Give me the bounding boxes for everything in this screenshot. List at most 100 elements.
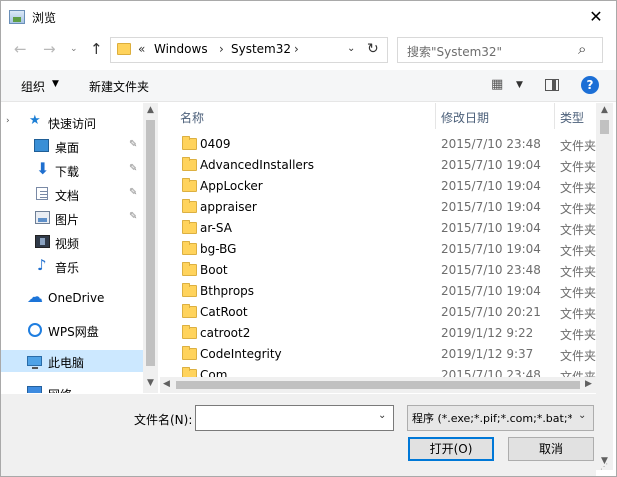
- list-horizontal-scroll-thumb[interactable]: [176, 381, 580, 389]
- file-date: 2015/7/10 19:04: [441, 200, 541, 214]
- table-row[interactable]: appraiser 2015/7/10 19:04 文件夹: [160, 197, 596, 218]
- table-row[interactable]: catroot2 2019/1/12 9:22 文件夹: [160, 323, 596, 344]
- file-name: Boot: [200, 263, 228, 277]
- folder-icon: [182, 283, 197, 297]
- new-folder-button[interactable]: 新建文件夹: [89, 78, 149, 95]
- window-title: 浏览: [32, 11, 57, 25]
- sidebar-item-this-pc[interactable]: 此电脑: [1, 350, 144, 372]
- sidebar-item-pictures[interactable]: 图片 ✎: [1, 207, 144, 229]
- file-type: 文件夹: [560, 286, 596, 300]
- scroll-left-icon[interactable]: ◀: [163, 379, 170, 389]
- table-row[interactable]: Bthprops 2015/7/10 19:04 文件夹: [160, 281, 596, 302]
- file-name: AppLocker: [200, 179, 263, 193]
- sidebar-item-label: WPS网盘: [48, 325, 99, 339]
- scroll-up-icon[interactable]: ▲: [143, 105, 158, 115]
- file-name: CodeIntegrity: [200, 347, 282, 361]
- folder-icon: [182, 220, 197, 234]
- file-type: 文件夹: [560, 181, 596, 195]
- file-date: 2015/7/10 23:48: [441, 263, 541, 277]
- file-type: 文件夹: [560, 307, 596, 321]
- sidebar-item-music[interactable]: ♪ 音乐: [1, 255, 144, 277]
- folder-icon: [182, 157, 197, 171]
- open-button[interactable]: 打开(O): [408, 437, 494, 461]
- cancel-button[interactable]: 取消: [508, 437, 594, 461]
- expand-arrow-icon[interactable]: ›: [6, 116, 10, 126]
- up-arrow-icon[interactable]: ↑: [90, 40, 103, 58]
- folder-icon: [182, 325, 197, 339]
- music-icon: ♪: [37, 256, 47, 274]
- sidebar-item-label: 快速访问: [48, 117, 97, 131]
- view-options-icon[interactable]: ▦: [491, 77, 503, 92]
- sidebar-item-onedrive[interactable]: ☁ OneDrive: [1, 287, 144, 309]
- folder-icon: [182, 199, 197, 213]
- column-header-label: 类型: [560, 111, 585, 125]
- sidebar-item-desktop[interactable]: 桌面 ✎: [1, 135, 144, 157]
- table-row[interactable]: CatRoot 2015/7/10 20:21 文件夹: [160, 302, 596, 323]
- column-header-label: 修改日期: [441, 111, 490, 125]
- view-dropdown-icon[interactable]: ▼: [516, 80, 523, 90]
- breadcrumb-separator-icon[interactable]: ›: [294, 42, 299, 56]
- resize-grip-icon[interactable]: ⋰: [600, 462, 608, 471]
- column-header-name[interactable]: 名称 ^: [160, 103, 436, 129]
- search-input[interactable]: 搜索"System32" ⌕: [397, 37, 603, 63]
- video-icon: [35, 235, 50, 248]
- table-row[interactable]: AppLocker 2015/7/10 19:04 文件夹: [160, 176, 596, 197]
- file-date: 2019/1/12 9:37: [441, 347, 534, 361]
- close-button[interactable]: ✕: [578, 2, 614, 30]
- list-scroll-thumb[interactable]: [600, 120, 609, 134]
- file-type: 文件夹: [560, 328, 596, 342]
- folder-icon: [117, 43, 131, 55]
- filename-input[interactable]: [195, 405, 394, 431]
- list-vertical-scrollbar[interactable]: [596, 103, 613, 470]
- network-icon: [27, 386, 42, 393]
- organize-button[interactable]: 组织: [21, 78, 45, 95]
- download-icon: ⬇: [36, 159, 50, 178]
- file-date: 2015/7/10 23:48: [441, 137, 541, 151]
- breadcrumb-windows[interactable]: Windows: [154, 42, 208, 56]
- file-type: 文件夹: [560, 202, 596, 216]
- table-row[interactable]: 0409 2015/7/10 23:48 文件夹: [160, 134, 596, 155]
- recent-locations-icon[interactable]: ⌄: [70, 44, 78, 54]
- file-name: bg-BG: [200, 242, 237, 256]
- help-icon[interactable]: ?: [581, 76, 599, 94]
- sidebar-item-downloads[interactable]: ⬇ 下载 ✎: [1, 159, 144, 181]
- column-header-date[interactable]: 修改日期: [436, 103, 554, 129]
- sidebar-item-videos[interactable]: 视频: [1, 231, 144, 253]
- address-bar[interactable]: « Windows › System32 › ⌄ ↻: [110, 37, 388, 63]
- file-date: 2015/7/10 20:21: [441, 305, 541, 319]
- file-type-value: 程序 (*.exe;*.pif;*.com;*.bat;*.: [412, 412, 572, 425]
- sidebar-item-wps[interactable]: WPS网盘: [1, 319, 144, 341]
- preview-pane-icon[interactable]: [545, 79, 559, 91]
- sidebar-item-label: OneDrive: [48, 291, 105, 305]
- breadcrumb-system32[interactable]: System32: [231, 42, 291, 56]
- breadcrumb-separator-icon[interactable]: ›: [219, 42, 224, 56]
- scroll-right-icon[interactable]: ▶: [585, 379, 592, 389]
- pin-icon: ✎: [129, 163, 138, 174]
- column-header-type[interactable]: 类型: [555, 103, 596, 129]
- forward-arrow-icon[interactable]: →: [43, 40, 56, 58]
- search-icon[interactable]: ⌕: [578, 40, 586, 58]
- file-name: ar-SA: [200, 221, 232, 235]
- sidebar-item-network[interactable]: 网络: [1, 382, 144, 393]
- sidebar-scroll-thumb[interactable]: [146, 120, 155, 366]
- refresh-icon[interactable]: ↻: [367, 41, 379, 57]
- sidebar-item-quick-access[interactable]: › ★ 快速访问: [1, 111, 144, 133]
- organize-dropdown-icon[interactable]: ▼: [52, 79, 59, 89]
- address-dropdown-icon[interactable]: ⌄: [347, 43, 355, 54]
- scroll-up-icon[interactable]: ▲: [596, 105, 613, 115]
- table-row[interactable]: AdvancedInstallers 2015/7/10 19:04 文件夹: [160, 155, 596, 176]
- table-row[interactable]: Boot 2015/7/10 23:48 文件夹: [160, 260, 596, 281]
- sidebar-item-documents[interactable]: 文档 ✎: [1, 183, 144, 205]
- table-row[interactable]: CodeIntegrity 2019/1/12 9:37 文件夹: [160, 344, 596, 365]
- file-type-dropdown-icon[interactable]: ⌄: [578, 410, 586, 421]
- back-arrow-icon[interactable]: ←: [14, 40, 27, 58]
- file-date: 2015/7/10 19:04: [441, 221, 541, 235]
- table-row[interactable]: ar-SA 2015/7/10 19:04 文件夹: [160, 218, 596, 239]
- address-overflow-icon[interactable]: «: [138, 42, 145, 56]
- table-row[interactable]: bg-BG 2015/7/10 19:04 文件夹: [160, 239, 596, 260]
- folder-icon: [182, 346, 197, 360]
- filename-dropdown-icon[interactable]: ⌄: [378, 410, 386, 421]
- file-type: 文件夹: [560, 349, 596, 363]
- file-type: 文件夹: [560, 160, 596, 174]
- scroll-down-icon[interactable]: ▼: [143, 378, 158, 388]
